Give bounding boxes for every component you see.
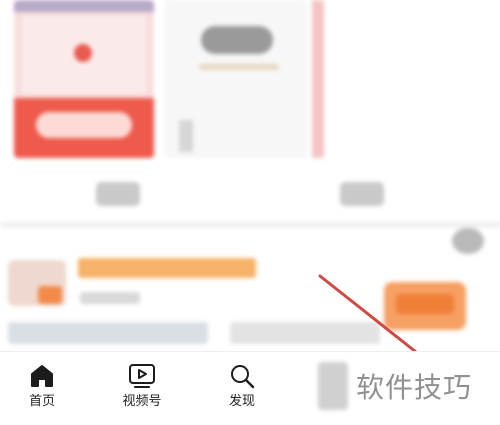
promo-edge-strip [312,0,324,158]
section-divider [0,222,500,228]
item-title[interactable] [78,258,256,278]
pointer-arrow-icon [318,274,418,354]
item-subtitle [80,292,140,304]
tab-home-label: 首页 [28,394,55,409]
promo-card-button[interactable] [36,112,132,138]
tab-discover[interactable]: 发现 [212,360,272,418]
promo-middle-card[interactable] [165,0,307,158]
tab-video-channel[interactable]: 视频号 [112,360,172,418]
promo-middle-side-mark [179,120,193,152]
promo-card[interactable] [14,0,154,158]
blurred-icon-left[interactable] [96,182,140,206]
tab-video-channel-label: 视频号 [122,394,162,409]
promo-middle-caption [199,64,279,70]
promo-card-header [14,0,154,12]
item-thumbnail-badge [38,286,62,304]
search-icon [226,360,258,392]
tab-discover-label: 发现 [228,394,255,409]
video-channel-icon [126,360,158,392]
watermark-text: 软件技巧 [356,371,473,404]
promo-middle-logo [201,26,273,54]
blurred-icon-right[interactable] [340,182,384,206]
tab-me-placeholder[interactable] [318,362,348,410]
more-button[interactable] [452,228,484,254]
item-info-left [8,322,208,344]
promo-card-badge [74,44,92,62]
item-thumbnail[interactable] [8,260,66,306]
tab-home[interactable]: 首页 [12,360,72,418]
home-icon [26,360,58,392]
